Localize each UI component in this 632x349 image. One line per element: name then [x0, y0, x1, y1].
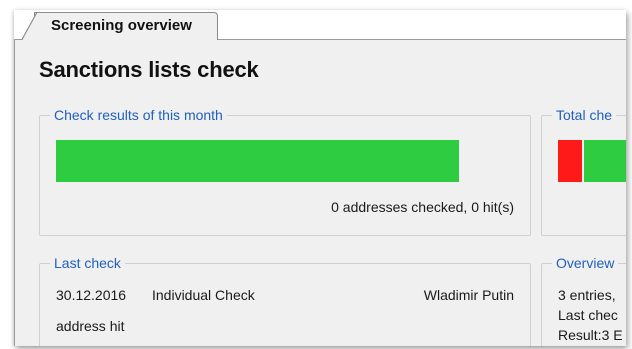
month-results-bar: [56, 140, 459, 182]
month-results-bar-fill: [56, 140, 459, 182]
last-check-legend: Last check: [50, 255, 125, 271]
overview-line-result: Result:3 E: [558, 327, 623, 343]
month-results-group: Check results of this month 0 addresses …: [39, 107, 531, 236]
tab-strip: Screening overview: [14, 10, 626, 41]
last-check-date: 30.12.2016: [56, 287, 127, 303]
last-check-type: Individual Check: [152, 287, 255, 303]
month-results-legend: Check results of this month: [50, 107, 227, 123]
last-check-group: Last check 30.12.2016 Individual Check W…: [39, 255, 531, 346]
app-window: Screening overview Sanctions lists check…: [14, 10, 626, 346]
tab-screening-overview[interactable]: Screening overview: [21, 12, 218, 41]
overview-legend: Overview: [552, 255, 619, 271]
screening-overview-panel: Sanctions lists check Check results of t…: [14, 40, 626, 346]
page-title: Sanctions lists check: [39, 57, 259, 82]
overview-line-last-check: Last chec: [558, 307, 618, 323]
month-results-summary: 0 addresses checked, 0 hit(s): [331, 199, 514, 215]
total-checks-group: Total che: [541, 107, 626, 236]
total-checks-legend: Total che: [552, 107, 617, 123]
total-checks-ok-segment: [584, 140, 626, 182]
overview-group: Overview 3 entries, Last chec Result:3 E: [541, 255, 626, 346]
total-checks-bar: [558, 140, 626, 182]
last-check-name: Wladimir Putin: [423, 287, 514, 303]
overview-line-entries: 3 entries,: [558, 287, 616, 303]
total-checks-hit-segment: [558, 140, 582, 182]
last-check-result: address hit: [56, 318, 125, 334]
